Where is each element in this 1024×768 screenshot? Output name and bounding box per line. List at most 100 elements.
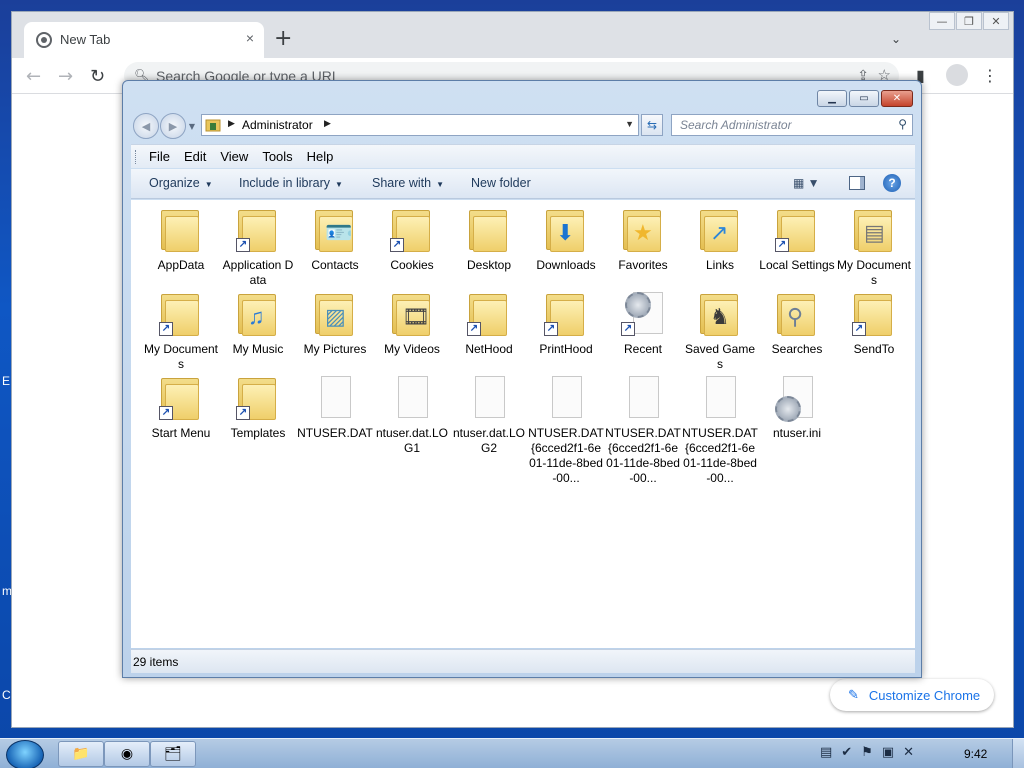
file-item[interactable]: ⚲ Searches <box>759 290 835 357</box>
file-item[interactable]: ♞ Saved Games <box>682 290 758 372</box>
explorer-maximize-button[interactable]: ▭ <box>849 90 879 107</box>
file-item-label: Cookies <box>390 258 434 272</box>
tray-flag-icon[interactable]: ⚑ <box>861 745 873 760</box>
clock[interactable]: 9:42 <box>964 747 987 761</box>
explorer-window-controls: ▁ ▭ ✕ <box>815 90 913 107</box>
folder-icon: ↗ <box>850 290 898 338</box>
file-item[interactable]: NTUSER.DAT <box>297 374 373 441</box>
new-folder-button[interactable]: New folder <box>471 176 531 190</box>
file-icon <box>388 374 436 422</box>
file-item[interactable]: ntuser.dat.LOG1 <box>374 374 450 456</box>
folder-icon: ⚲ <box>773 290 821 338</box>
include-in-library-button[interactable]: Include in library ▼ <box>239 176 343 190</box>
file-item[interactable]: ↗ SendTo <box>836 290 912 357</box>
file-item[interactable]: ⬇ Downloads <box>528 206 604 273</box>
explorer-close-button[interactable]: ✕ <box>881 90 913 107</box>
file-item[interactable]: ↗ Application Data <box>220 206 296 288</box>
tray-security-icon[interactable]: ✔ <box>841 745 852 760</box>
file-item[interactable]: ★ Favorites <box>605 206 681 273</box>
show-desktop-button[interactable] <box>1012 739 1024 768</box>
file-item[interactable]: 🪪 Contacts <box>297 206 373 273</box>
menu-tools[interactable]: Tools <box>262 149 292 164</box>
file-item[interactable]: ↗ Recent <box>605 290 681 357</box>
command-bar: Organize ▼ Include in library ▼ Share with… <box>131 169 915 199</box>
file-item[interactable]: ↗ PrintHood <box>528 290 604 357</box>
taskbar-chrome-icon[interactable]: ◉ <box>104 741 150 767</box>
system-tray: ▤ ✔ ⚑ ▣ ✕ <box>820 745 923 760</box>
magnifier-icon: ⚲ <box>787 304 804 329</box>
recent-pages-chevron-icon[interactable]: ▼ <box>187 113 197 139</box>
file-item-label: Downloads <box>536 258 596 272</box>
taskbar-explorer-icon[interactable]: 📁 <box>58 741 104 767</box>
forward-arrow-icon[interactable]: → <box>58 66 73 87</box>
file-item[interactable]: ↗ Cookies <box>374 206 450 273</box>
file-item[interactable]: ntuser.dat.LOG2 <box>451 374 527 456</box>
menu-file[interactable]: File <box>149 149 170 164</box>
desktop-label-1: E <box>2 374 11 388</box>
search-administrator-input[interactable]: Search Administrator ⚲ <box>671 114 913 136</box>
breadcrumb-chevron-icon[interactable]: ▶ <box>324 118 331 129</box>
music-note-icon: ♫ <box>248 304 265 329</box>
breadcrumb-separator-icon[interactable]: ▶ <box>228 118 235 129</box>
file-item[interactable]: ↗ Links <box>682 206 758 273</box>
customize-chrome-button[interactable]: ✎ Customize Chrome <box>830 679 994 711</box>
file-item[interactable]: ntuser.ini <box>759 374 835 441</box>
menu-edit[interactable]: Edit <box>184 149 206 164</box>
file-item[interactable]: NTUSER.DAT{6cced2f1-6e01-11de-8bed-00... <box>605 374 681 486</box>
share-with-button[interactable]: Share with ▼ <box>372 176 444 190</box>
tab-new-tab[interactable]: New Tab × <box>24 22 264 58</box>
file-item[interactable]: ↗ Local Settings <box>759 206 835 273</box>
organize-button[interactable]: Organize ▼ <box>149 176 213 190</box>
kebab-menu-icon[interactable]: ⋮ <box>982 66 998 85</box>
file-item[interactable]: 🎞 My Videos <box>374 290 450 357</box>
start-button[interactable] <box>6 740 44 768</box>
refresh-button[interactable]: ⇆ <box>641 114 663 136</box>
file-item[interactable]: AppData <box>143 206 219 273</box>
change-view-icon[interactable]: ▦ ▼ <box>793 176 820 190</box>
file-item[interactable]: ↗ Start Menu <box>143 374 219 441</box>
folder-icon: ↗ <box>388 206 436 254</box>
taskbar-folder-icon[interactable]: 🗂 <box>150 741 196 767</box>
desktop-label-3: C <box>2 688 11 702</box>
forward-button[interactable]: ▶ <box>160 113 186 139</box>
file-item[interactable]: Desktop <box>451 206 527 273</box>
tab-search-icon[interactable]: ⌄ <box>891 32 901 46</box>
tray-document-icon[interactable]: ▤ <box>820 745 832 760</box>
tray-volume-muted-icon[interactable]: ✕ <box>903 745 914 760</box>
profile-avatar-icon[interactable] <box>946 64 968 86</box>
new-tab-button[interactable]: + <box>274 28 292 50</box>
menu-view[interactable]: View <box>220 149 248 164</box>
file-item[interactable]: NTUSER.DAT{6cced2f1-6e01-11de-8bed-00... <box>682 374 758 486</box>
back-button[interactable]: ◀ <box>133 113 159 139</box>
tray-network-icon[interactable]: ▣ <box>882 745 894 760</box>
help-icon[interactable]: ? <box>883 174 901 192</box>
file-item-label: Desktop <box>466 258 512 272</box>
address-bar[interactable]: ▶ Administrator ▶ ▼ <box>201 114 639 136</box>
tab-close-icon[interactable]: × <box>246 30 254 46</box>
file-item-label: NTUSER.DAT{6cced2f1-6e01-11de-8bed-00... <box>605 426 681 485</box>
address-dropdown-icon[interactable]: ▼ <box>625 119 634 129</box>
reload-icon[interactable]: ↻ <box>90 66 105 87</box>
tab-strip: New Tab × + ⌄ — ❐ ✕ <box>12 12 1013 58</box>
file-item[interactable]: ▨ My Pictures <box>297 290 373 357</box>
file-item[interactable]: NTUSER.DAT{6cced2f1-6e01-11de-8bed-00... <box>528 374 604 486</box>
preview-pane-icon[interactable] <box>849 176 865 190</box>
shortcut-arrow-icon: ↗ <box>236 238 250 252</box>
minimize-button[interactable]: — <box>929 12 955 30</box>
contact-card-icon: 🪪 <box>325 220 353 245</box>
breadcrumb-administrator[interactable]: Administrator <box>242 118 313 132</box>
back-arrow-icon[interactable]: ← <box>26 66 41 87</box>
maximize-button[interactable]: ❐ <box>956 12 982 30</box>
file-item[interactable]: ↗ My Documents <box>143 290 219 372</box>
explorer-minimize-button[interactable]: ▁ <box>817 90 847 107</box>
close-button[interactable]: ✕ <box>983 12 1009 30</box>
menu-help[interactable]: Help <box>307 149 334 164</box>
file-item[interactable]: ↗ NetHood <box>451 290 527 357</box>
file-item[interactable]: ▤ My Documents <box>836 206 912 288</box>
file-item[interactable]: ↗ Templates <box>220 374 296 441</box>
search-icon: ⚲ <box>898 117 907 131</box>
file-icon <box>619 374 667 422</box>
shortcut-arrow-icon: ↗ <box>621 322 635 336</box>
file-item[interactable]: ♫ My Music <box>220 290 296 357</box>
file-icon <box>465 374 513 422</box>
